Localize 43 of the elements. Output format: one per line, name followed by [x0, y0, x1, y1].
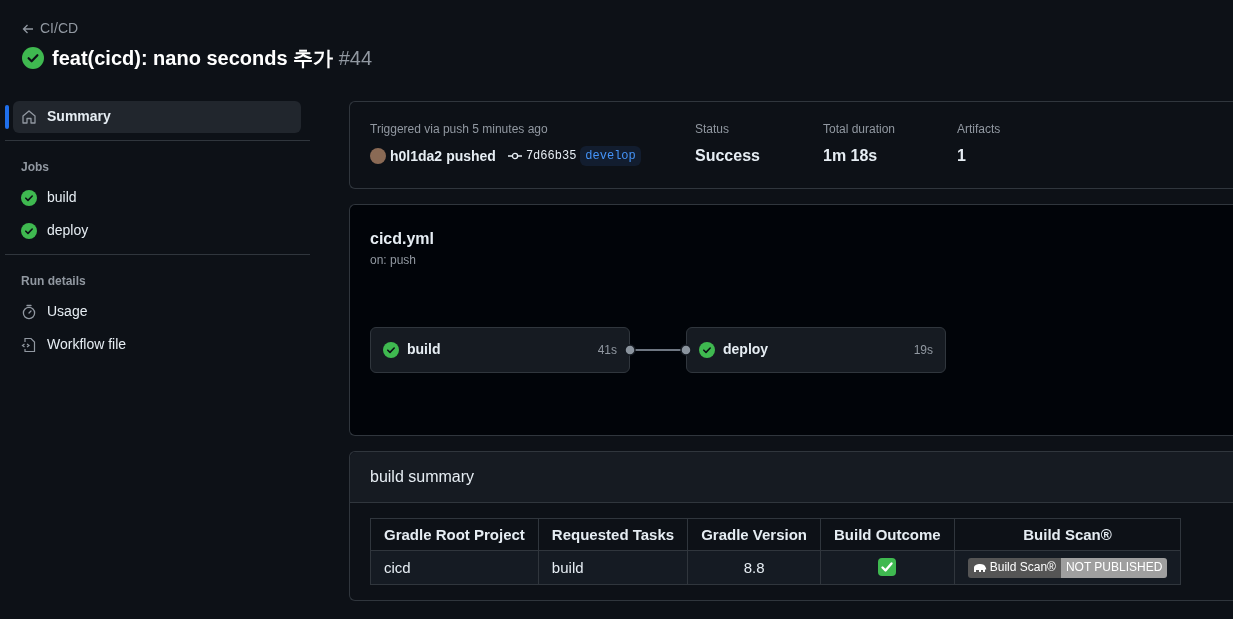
stat-value: 1m 18s: [823, 145, 879, 166]
sidebar-item[interactable]: Summary: [13, 100, 301, 133]
run-title: feat(cicd): nano seconds 추가 #44: [52, 45, 373, 71]
actor-link[interactable]: h0l1da2: [390, 145, 443, 167]
column-header: Build Scan®: [954, 518, 1181, 551]
sidebar-item[interactable]: Workflow file: [13, 328, 301, 361]
column-header: Requested Tasks: [538, 518, 688, 551]
table-cell: build: [538, 550, 688, 585]
branch-label[interactable]: develop: [580, 146, 641, 166]
section-heading: Run details: [20, 272, 87, 290]
sidebar-item[interactable]: build: [13, 181, 301, 214]
job-node[interactable]: build 41s: [370, 326, 630, 373]
job-node[interactable]: deploy 19s: [686, 326, 946, 373]
column-header: Build Outcome: [820, 518, 955, 551]
column-header: Gradle Root Project: [370, 518, 539, 551]
stat-label: Total duration: [823, 120, 897, 138]
table-cell: cicd: [370, 550, 539, 585]
build-scan-badge: Build Scan®: [967, 558, 1061, 578]
commit-link[interactable]: 7d66b35: [525, 147, 577, 165]
action-text: pushed: [446, 146, 496, 166]
stat-value: Success: [695, 145, 761, 166]
card-title: build summary: [350, 451, 1233, 503]
back-link[interactable]: CI/CD: [22, 18, 79, 39]
status-badge: NOT PUBLISHED: [1060, 558, 1168, 578]
section-heading: Jobs: [20, 158, 50, 176]
trigger-text: Triggered via push 5 minutes ago: [370, 120, 549, 138]
stopwatch-icon: [21, 303, 37, 320]
sidebar-item[interactable]: deploy: [13, 214, 301, 247]
workflow-trigger: on: push: [370, 251, 418, 269]
home-icon: [21, 108, 37, 125]
workflow-name: cicd.yml: [370, 228, 436, 249]
elephant-icon: [972, 563, 987, 574]
avatar: [370, 148, 386, 164]
column-header: Gradle Version: [687, 518, 821, 551]
table-cell: 8.8: [687, 550, 821, 585]
back-arrow-icon: [22, 22, 34, 35]
stat-value: 1: [957, 145, 967, 166]
stat-label: Status: [695, 120, 731, 138]
active-indicator: [5, 104, 9, 129]
code-file-icon: [21, 336, 37, 353]
sidebar-item[interactable]: Usage: [13, 295, 301, 328]
job-connector: [624, 343, 692, 356]
stat-label: Artifacts: [957, 120, 1002, 138]
